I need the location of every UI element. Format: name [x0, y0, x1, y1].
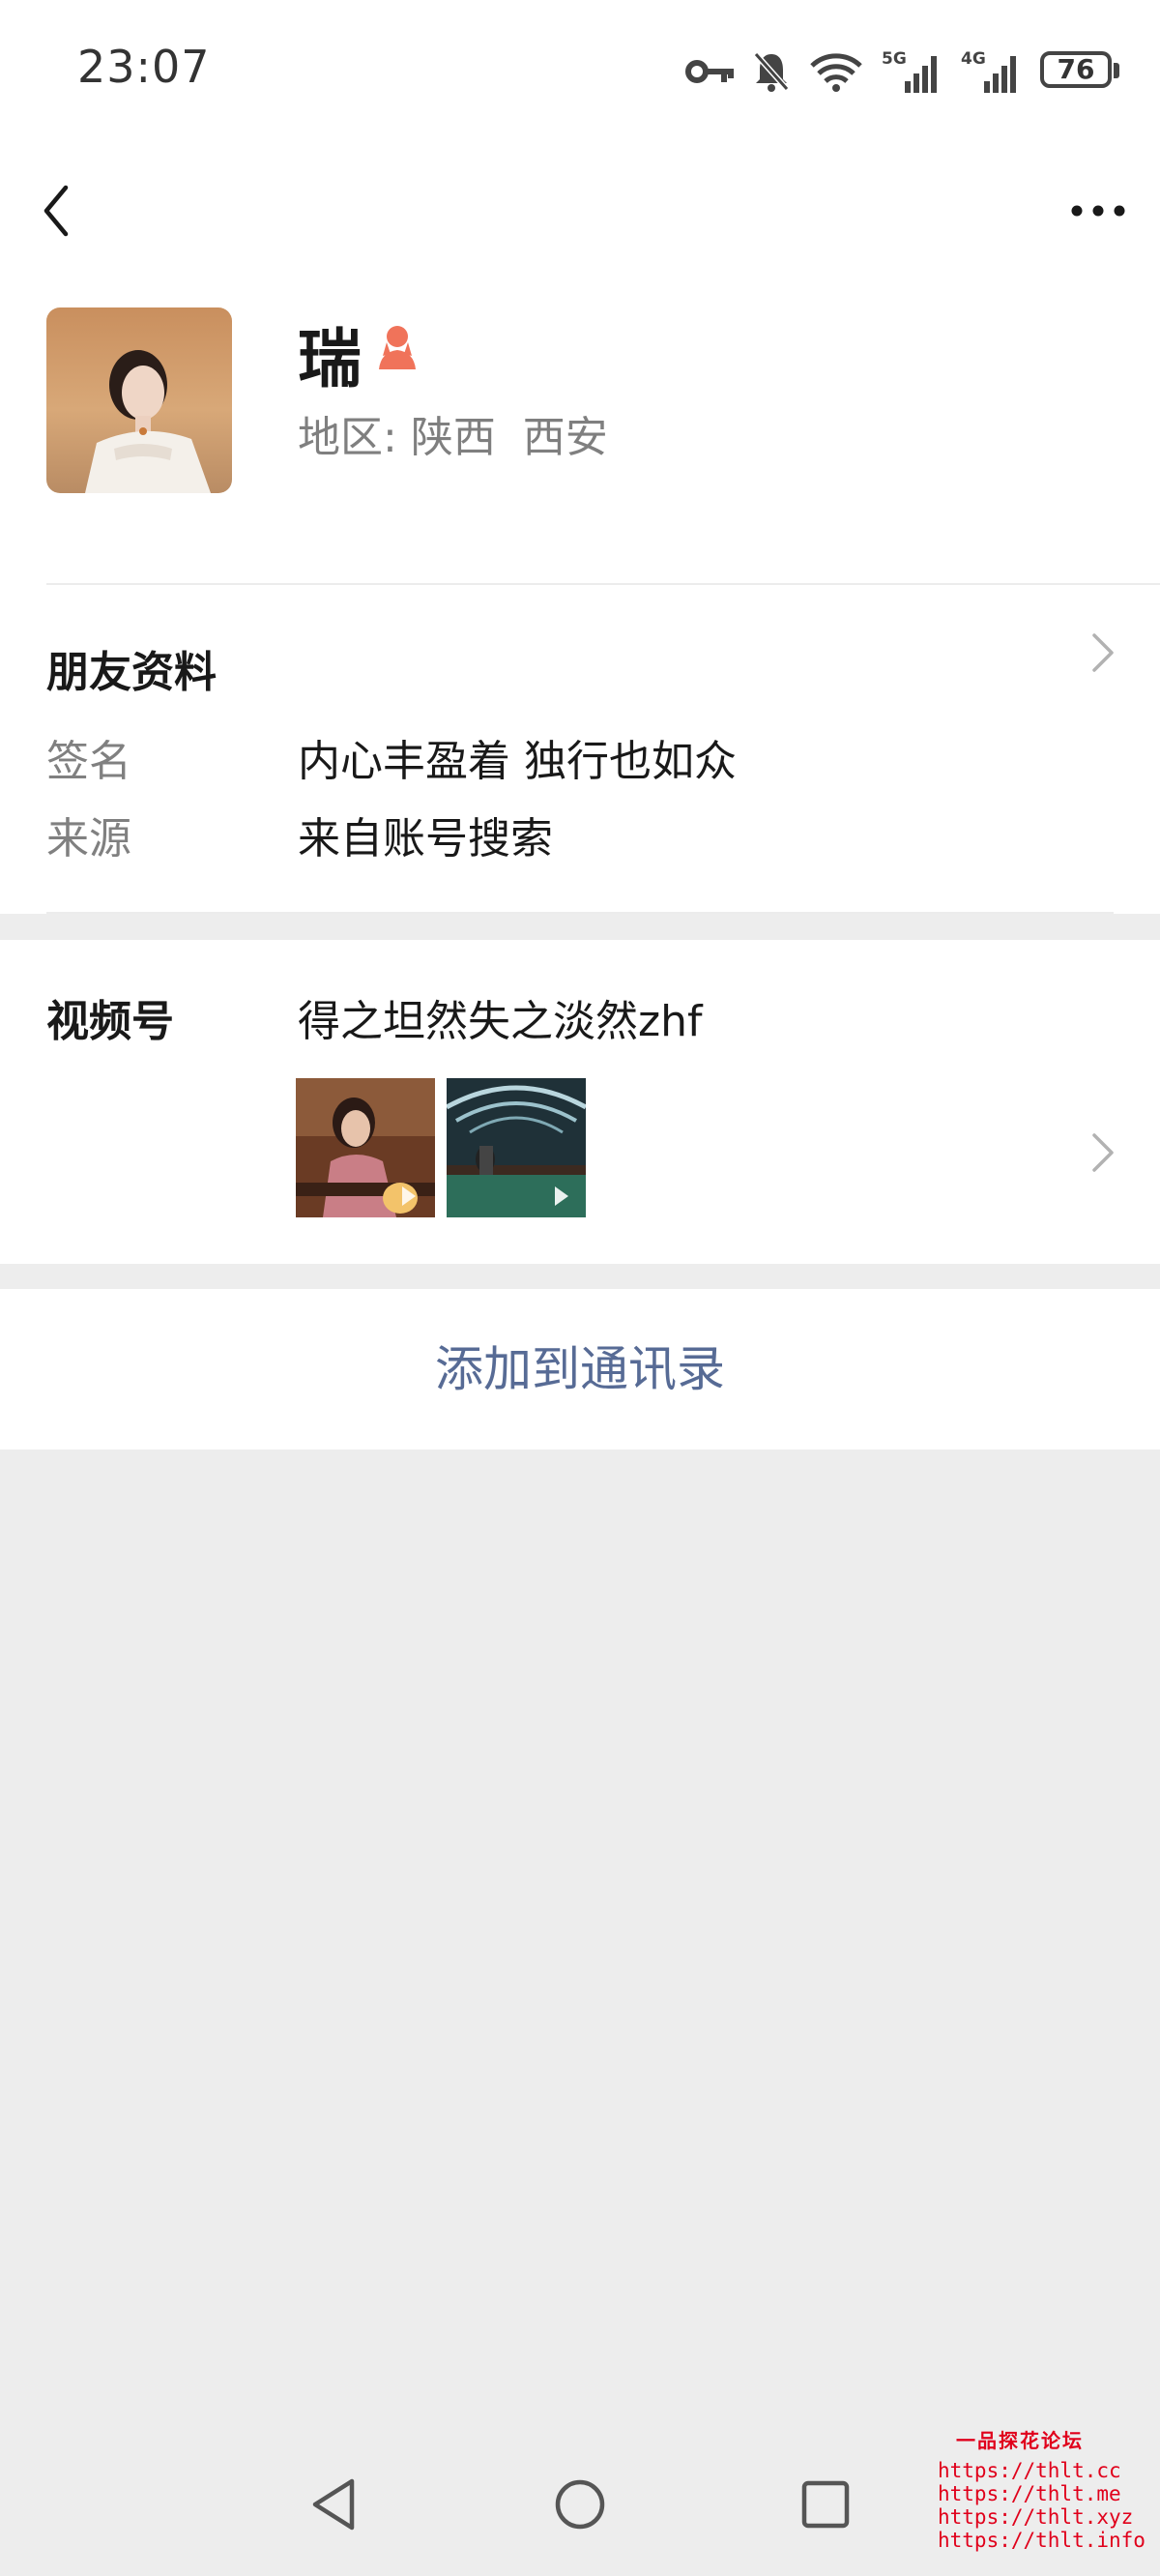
chevron-left-icon: [44, 185, 69, 237]
square-recents-icon: [801, 2480, 850, 2529]
signature-value: 内心丰盈着 独行也如众: [298, 737, 737, 786]
channel-thumbnail[interactable]: [447, 1078, 586, 1217]
battery-level: 76: [1057, 53, 1095, 85]
source-value: 来自账号搜索: [298, 814, 553, 864]
back-button[interactable]: [29, 164, 106, 242]
chevron-right-icon: [1092, 633, 1114, 672]
friend-info-title: 朋友资料: [46, 648, 217, 697]
chevron-right-icon: [1092, 1133, 1114, 1172]
profile-header: 瑞 地区: 陕西 西安: [0, 290, 1160, 585]
channels-account-name: 得之坦然失之淡然zhf: [298, 997, 703, 1046]
network-4g-label: 4G: [961, 49, 986, 69]
region-label: 地区:: [298, 413, 397, 462]
status-bar: 23:07 5G 4G 76: [0, 0, 1160, 145]
region-value: 陕西 西安: [410, 413, 608, 462]
channels-title: 视频号: [46, 997, 174, 1046]
system-recents-button[interactable]: [787, 2466, 864, 2543]
avatar[interactable]: [46, 307, 232, 493]
source-label: 来源: [46, 814, 131, 864]
battery-icon: 76: [1040, 51, 1121, 92]
divider: [46, 912, 1114, 914]
status-time: 23:07: [77, 41, 211, 93]
signal-4g-icon: 4G: [961, 49, 1016, 93]
channels-section[interactable]: 视频号 得之坦然失之淡然zhf: [0, 940, 1160, 1264]
system-home-button[interactable]: [541, 2466, 619, 2543]
add-to-contacts-label: 添加到通讯录: [435, 1341, 725, 1397]
watermark-title: 一品探花论坛: [956, 2429, 1084, 2452]
nav-bar: [0, 145, 1160, 290]
channel-thumbnail[interactable]: [296, 1078, 435, 1217]
more-options-button[interactable]: [1044, 164, 1141, 242]
watermark-url: https://thlt.xyz: [938, 2505, 1134, 2529]
watermark: 一品探花论坛 https://thlt.cc https://thlt.me h…: [938, 2425, 1146, 2552]
watermark-url: https://thlt.info: [938, 2529, 1146, 2552]
wifi-icon: [810, 53, 862, 92]
watermark-url: https://thlt.me: [938, 2482, 1121, 2505]
mute-bell-icon: [753, 52, 790, 92]
vpn-key-icon: [685, 60, 734, 83]
contact-name: 瑞: [298, 322, 362, 396]
signal-5g-icon: 5G: [882, 49, 937, 93]
status-icons: 5G 4G 76: [684, 43, 1121, 101]
system-back-button[interactable]: [296, 2466, 373, 2543]
circle-home-icon: [555, 2479, 605, 2530]
female-icon: [375, 321, 420, 371]
triangle-back-icon: [312, 2478, 355, 2531]
add-to-contacts-button[interactable]: 添加到通讯录: [0, 1289, 1160, 1449]
watermark-url: https://thlt.cc: [938, 2459, 1121, 2482]
more-dots-icon: [1071, 205, 1125, 217]
region-info: 地区: 陕西 西安: [298, 402, 608, 464]
network-5g-label: 5G: [882, 49, 907, 69]
friend-info-section[interactable]: 朋友资料 签名 内心丰盈着 独行也如众 来源 来自账号搜索: [0, 585, 1160, 914]
signature-label: 签名: [46, 737, 131, 786]
